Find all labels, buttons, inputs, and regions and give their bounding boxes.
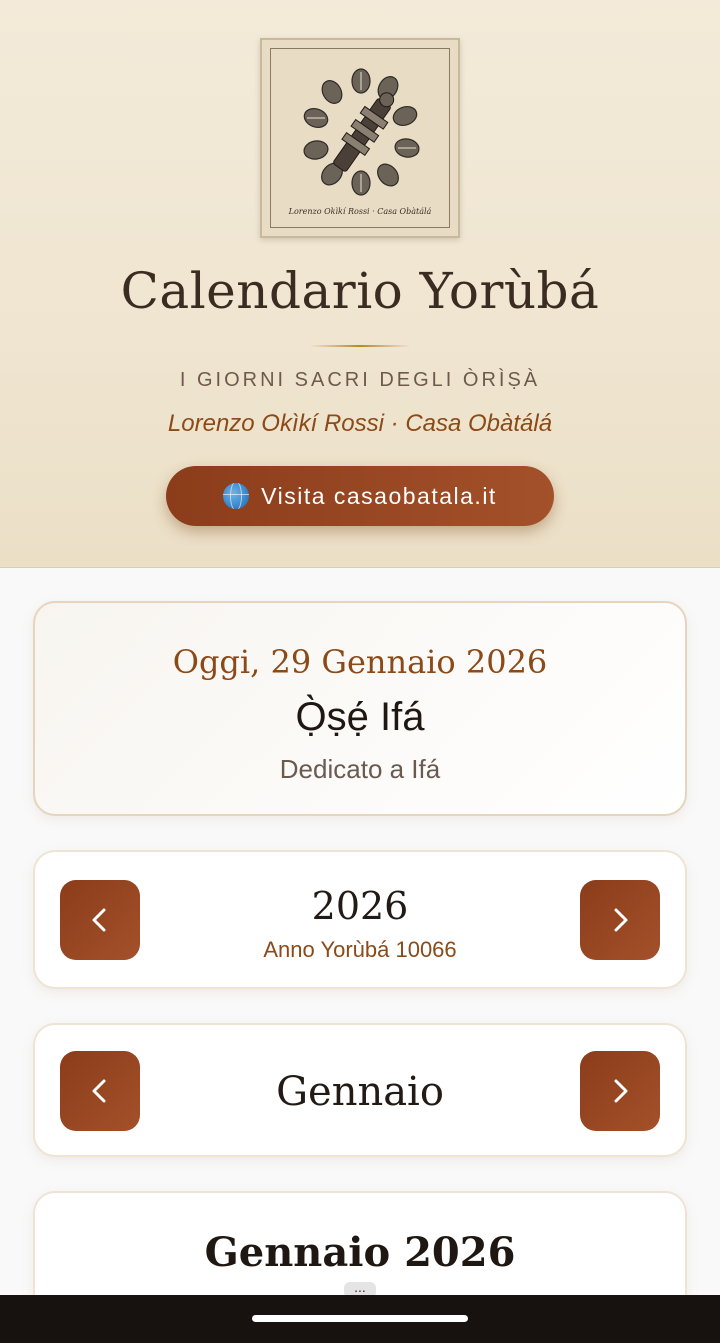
today-dedication: Dedicato a Ifá xyxy=(279,754,441,784)
globe-icon xyxy=(223,483,250,509)
today-date: Oggi, 29 Gennaio 2026 xyxy=(172,643,548,681)
next-month-button[interactable] xyxy=(580,1051,660,1131)
next-year-button[interactable] xyxy=(580,880,660,960)
chevron-right-icon xyxy=(614,1079,628,1103)
logo-caption: Lorenzo Okìkí Rossi · Casa Obàtálá xyxy=(288,207,432,216)
app-header: Lorenzo Okìkí Rossi · Casa Obàtálá Calen… xyxy=(0,0,720,568)
today-day-name: Ọ̀ṣẹ́ Ifá xyxy=(295,695,425,739)
today-card: Oggi, 29 Gennaio 2026 Ọ̀ṣẹ́ Ifá Dedicato… xyxy=(33,601,687,816)
visit-website-button[interactable]: Visita casaobatala.it xyxy=(166,466,554,526)
system-navigation-bar xyxy=(0,1295,720,1343)
divider xyxy=(310,345,410,347)
chevron-right-icon xyxy=(614,908,628,932)
home-indicator[interactable] xyxy=(252,1315,468,1322)
calendar-title: Gennaio 2026 xyxy=(204,1229,516,1276)
page-title: Calendario Yorùbá xyxy=(120,262,600,320)
author-line: Lorenzo Okìkí Rossi · Casa Obàtálá xyxy=(167,410,553,437)
year-navigator: 2026 Anno Yorùbá 10066 xyxy=(33,850,687,989)
logo: Lorenzo Okìkí Rossi · Casa Obàtálá xyxy=(260,38,460,238)
subtitle: I GIORNI SACRI DEGLI ÒRÌṢÀ xyxy=(179,369,541,391)
month-navigator: Gennaio xyxy=(33,1023,687,1157)
visit-website-label: Visita casaobatala.it xyxy=(261,482,497,509)
